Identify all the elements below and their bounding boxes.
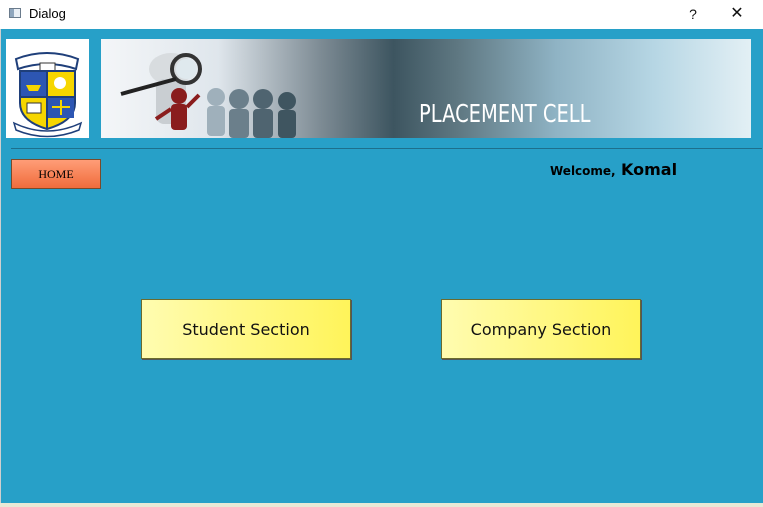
user-name: Komal (621, 160, 678, 179)
banner-title: PLACEMENT CELL (419, 99, 591, 128)
college-logo (6, 39, 89, 138)
title-bar: Dialog ? ✕ (0, 0, 763, 29)
header-divider (11, 148, 762, 149)
home-button[interactable]: HOME (11, 159, 101, 189)
student-section-button[interactable]: Student Section (141, 299, 351, 359)
college-crest-icon (12, 52, 83, 138)
dialog-content: PLACEMENT CELL HOME Welcome, Komal Stude… (0, 29, 763, 505)
window-title: Dialog (29, 6, 66, 21)
help-button[interactable]: ? (678, 3, 708, 25)
company-section-button[interactable]: Company Section (441, 299, 641, 359)
window-app-icon (9, 8, 21, 18)
close-button[interactable]: ✕ (722, 3, 752, 25)
window-bottom-edge (0, 503, 763, 507)
placement-banner: PLACEMENT CELL (101, 39, 751, 138)
welcome-label: Welcome, (550, 164, 616, 178)
